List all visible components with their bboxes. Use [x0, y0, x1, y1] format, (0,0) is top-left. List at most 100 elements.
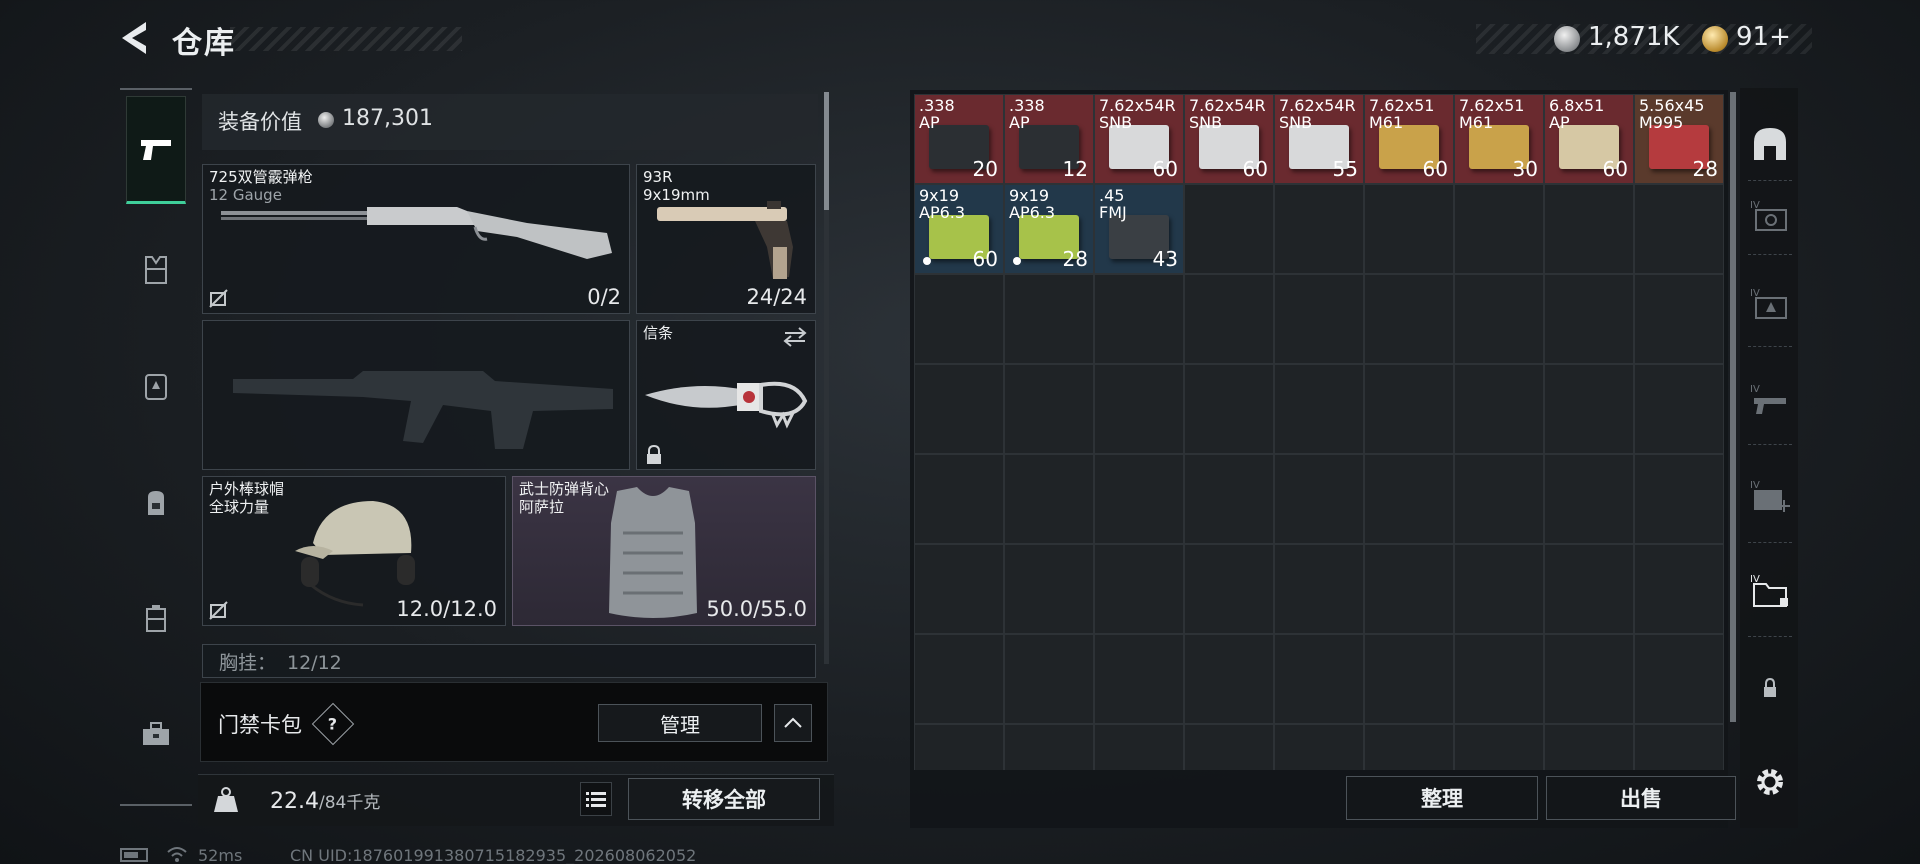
- collapse-button[interactable]: [774, 704, 812, 742]
- grid-cell[interactable]: [1094, 634, 1184, 724]
- grid-cell[interactable]: [1364, 724, 1454, 770]
- storage-scroll-thumb[interactable]: [1730, 92, 1736, 722]
- nav-weapons[interactable]: [126, 96, 186, 204]
- back-arrow-icon[interactable]: [118, 20, 150, 56]
- grid-cell[interactable]: [1184, 454, 1274, 544]
- manage-button[interactable]: 管理: [598, 704, 762, 742]
- grid-cell[interactable]: [1544, 634, 1634, 724]
- grid-cell[interactable]: [1454, 724, 1544, 770]
- ammo-item[interactable]: 7.62x54R SNB 60: [1184, 94, 1274, 184]
- grid-cell[interactable]: [1634, 364, 1724, 454]
- grid-cell[interactable]: [1364, 274, 1454, 364]
- grid-cell[interactable]: [1094, 274, 1184, 364]
- gold-amount[interactable]: 91+: [1736, 22, 1791, 52]
- grid-cell[interactable]: [1094, 364, 1184, 454]
- ammo-item[interactable]: 7.62x51 M61 60: [1364, 94, 1454, 184]
- grid-cell[interactable]: [1274, 454, 1364, 544]
- swap-icon[interactable]: [783, 327, 807, 347]
- grid-cell[interactable]: [1454, 184, 1544, 274]
- grid-cell[interactable]: [914, 634, 1004, 724]
- grid-cell[interactable]: [1184, 184, 1274, 274]
- grid-cell[interactable]: [1274, 634, 1364, 724]
- nav-case[interactable]: [126, 588, 186, 648]
- grid-cell[interactable]: [914, 544, 1004, 634]
- ammo-item[interactable]: 9x19 AP6.3 28: [1004, 184, 1094, 274]
- grid-cell[interactable]: [1364, 544, 1454, 634]
- list-view-button[interactable]: [580, 782, 612, 816]
- grid-cell[interactable]: [1364, 184, 1454, 274]
- nav-chest-rig[interactable]: [126, 356, 186, 416]
- grid-cell[interactable]: [1184, 634, 1274, 724]
- silver-amount[interactable]: 1,871K: [1588, 22, 1679, 52]
- ammo-item[interactable]: 7.62x51 M61 30: [1454, 94, 1544, 184]
- grid-cell[interactable]: [1274, 364, 1364, 454]
- settings-button[interactable]: [1748, 752, 1792, 812]
- tab-storage-3[interactable]: IV: [1748, 370, 1792, 430]
- grid-cell[interactable]: [1544, 184, 1634, 274]
- tab-locked[interactable]: [1748, 658, 1792, 718]
- grid-cell[interactable]: [1634, 544, 1724, 634]
- ammo-item[interactable]: 5.56x45 M995 28: [1634, 94, 1724, 184]
- armor-slot[interactable]: 武士防弹背心 阿萨拉 50.0/55.0: [512, 476, 816, 626]
- grid-cell[interactable]: [1004, 454, 1094, 544]
- grid-cell[interactable]: [1274, 184, 1364, 274]
- grid-cell[interactable]: [1004, 634, 1094, 724]
- helmet-slot[interactable]: 户外棒球帽 全球力量 12.0/12.0: [202, 476, 506, 626]
- tab-all-storage[interactable]: [1748, 114, 1792, 174]
- grid-cell[interactable]: [1184, 544, 1274, 634]
- grid-cell[interactable]: [1544, 274, 1634, 364]
- grid-cell[interactable]: [1364, 364, 1454, 454]
- grid-cell[interactable]: [1544, 454, 1634, 544]
- ammo-item[interactable]: .45 FMJ 43: [1094, 184, 1184, 274]
- nav-armor[interactable]: [126, 240, 186, 300]
- grid-cell[interactable]: [1004, 724, 1094, 770]
- grid-cell[interactable]: [1454, 634, 1544, 724]
- transfer-all-button[interactable]: 转移全部: [628, 778, 820, 820]
- chest-rig-slot[interactable]: 胸挂： 12/12: [202, 644, 816, 678]
- grid-cell[interactable]: [1544, 544, 1634, 634]
- ammo-item[interactable]: 7.62x54R SNB 60: [1094, 94, 1184, 184]
- ammo-item[interactable]: .338 AP 12: [1004, 94, 1094, 184]
- grid-cell[interactable]: [1274, 724, 1364, 770]
- ammo-item[interactable]: 9x19 AP6.3 60: [914, 184, 1004, 274]
- grid-cell[interactable]: [1094, 724, 1184, 770]
- tab-storage-1[interactable]: IV: [1748, 186, 1792, 246]
- primary-weapon-slot[interactable]: 725双管霰弹枪 12 Gauge 0/2: [202, 164, 630, 314]
- grid-cell[interactable]: [1184, 274, 1274, 364]
- nav-backpack[interactable]: [126, 472, 186, 532]
- grid-cell[interactable]: [1004, 364, 1094, 454]
- grid-cell[interactable]: [1094, 544, 1184, 634]
- grid-cell[interactable]: [1274, 274, 1364, 364]
- primary-weapon-2-slot[interactable]: [202, 320, 630, 470]
- sidearm-slot[interactable]: 93R 9x19mm 24/24: [636, 164, 816, 314]
- grid-cell[interactable]: [1184, 364, 1274, 454]
- grid-cell[interactable]: [914, 364, 1004, 454]
- tab-storage-5[interactable]: IV: [1748, 560, 1792, 620]
- grid-cell[interactable]: [1274, 544, 1364, 634]
- sell-button[interactable]: 出售: [1546, 776, 1736, 820]
- nav-safe-box[interactable]: [126, 704, 186, 764]
- tab-storage-4[interactable]: IV: [1748, 466, 1792, 526]
- grid-cell[interactable]: [1094, 454, 1184, 544]
- grid-cell[interactable]: [1544, 364, 1634, 454]
- grid-cell[interactable]: [1454, 274, 1544, 364]
- grid-cell[interactable]: [1634, 274, 1724, 364]
- grid-cell[interactable]: [914, 724, 1004, 770]
- ammo-item[interactable]: .338 AP 20: [914, 94, 1004, 184]
- tab-storage-2[interactable]: IV: [1748, 274, 1792, 334]
- grid-cell[interactable]: [1634, 454, 1724, 544]
- storage-grid[interactable]: .338 AP 20.338 AP 12 7.62x54R SNB 60 7.62x54R…: [914, 94, 1724, 770]
- grid-cell[interactable]: [1364, 454, 1454, 544]
- ammo-item[interactable]: 6.8x51 AP 60: [1544, 94, 1634, 184]
- grid-cell[interactable]: [914, 454, 1004, 544]
- grid-cell[interactable]: [1184, 724, 1274, 770]
- grid-cell[interactable]: [1454, 544, 1544, 634]
- grid-cell[interactable]: [1004, 274, 1094, 364]
- melee-slot[interactable]: 信条: [636, 320, 816, 470]
- grid-cell[interactable]: [914, 274, 1004, 364]
- grid-cell[interactable]: [1004, 544, 1094, 634]
- ammo-item[interactable]: 7.62x54R SNB 55: [1274, 94, 1364, 184]
- sort-button[interactable]: 整理: [1346, 776, 1538, 820]
- grid-cell[interactable]: [1364, 634, 1454, 724]
- grid-cell[interactable]: [1454, 364, 1544, 454]
